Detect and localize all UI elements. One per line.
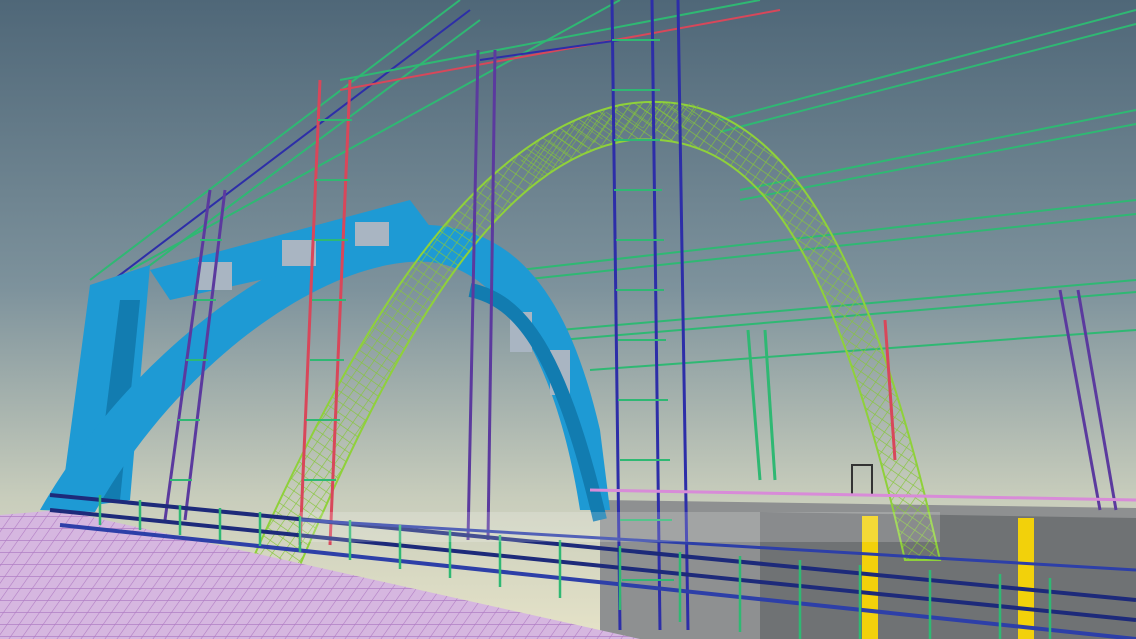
parapet-glass-overlay bbox=[300, 512, 940, 542]
rebar-model-viewport bbox=[0, 0, 1136, 639]
